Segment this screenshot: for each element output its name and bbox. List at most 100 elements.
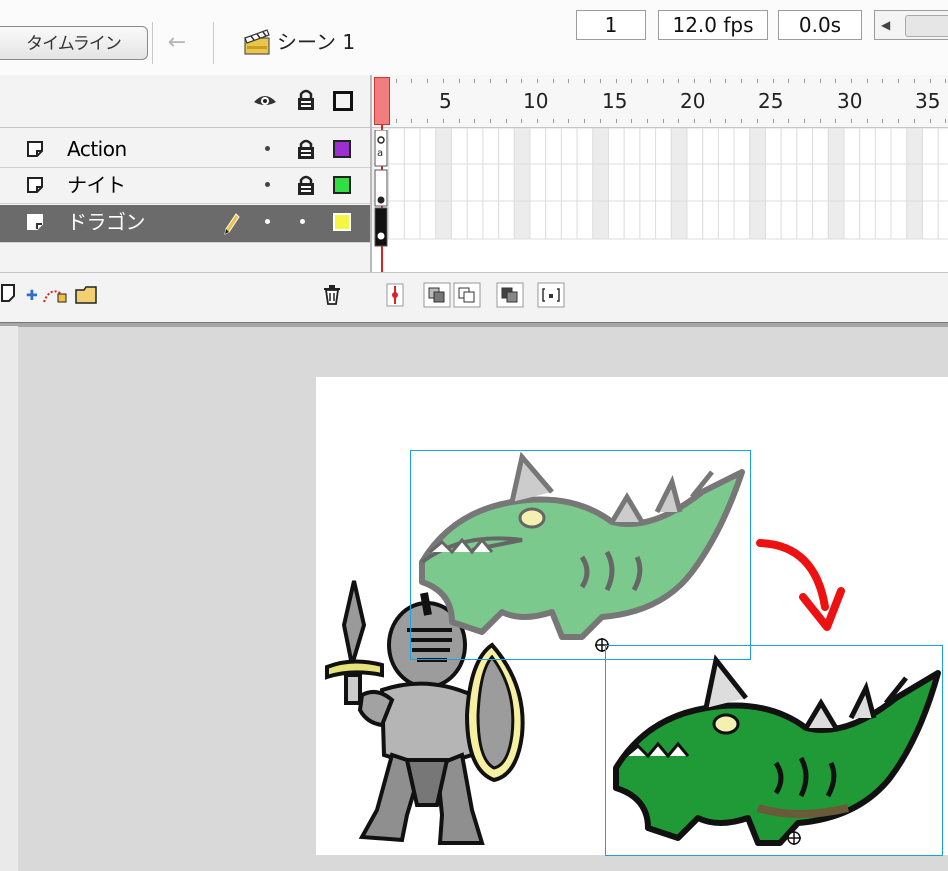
- frame-cell[interactable]: [419, 127, 437, 165]
- frame-cell[interactable]: [702, 127, 719, 165]
- frame-cell[interactable]: [576, 200, 594, 240]
- timeline-toggle-button[interactable]: タイムライン: [0, 26, 148, 60]
- frame-cell[interactable]: [890, 127, 908, 165]
- frame-cell[interactable]: [592, 163, 610, 202]
- frame-cell[interactable]: [796, 200, 814, 240]
- frame-cell[interactable]: [403, 163, 421, 202]
- frame-cell[interactable]: [466, 200, 484, 240]
- selection-box[interactable]: [605, 645, 943, 856]
- frame-cell[interactable]: [937, 163, 948, 202]
- layer-color-swatch[interactable]: [333, 213, 351, 231]
- lock-icon[interactable]: [295, 138, 317, 160]
- eye-icon[interactable]: [252, 90, 278, 110]
- frame-cell[interactable]: [435, 163, 452, 202]
- panel-divider[interactable]: [0, 322, 948, 327]
- frame-cell[interactable]: [765, 200, 782, 240]
- frame-cell[interactable]: [451, 127, 468, 165]
- frame-cell[interactable]: [765, 127, 782, 165]
- layer-color-swatch[interactable]: [333, 140, 351, 158]
- frame-cell[interactable]: [560, 200, 578, 240]
- frame-cell[interactable]: [843, 200, 861, 240]
- frame-cell[interactable]: [388, 200, 405, 240]
- frame-cell[interactable]: [403, 200, 421, 240]
- frame-cell[interactable]: [482, 127, 500, 165]
- frame-cell[interactable]: [670, 127, 688, 165]
- layer-color-swatch[interactable]: [333, 176, 351, 194]
- frame-cell[interactable]: [670, 200, 688, 240]
- scroll-left-icon[interactable]: ◀: [881, 11, 890, 39]
- frame-cell[interactable]: [717, 163, 735, 202]
- visibility-dot[interactable]: [265, 182, 270, 187]
- frame-cell[interactable]: [545, 200, 562, 240]
- frame-cell[interactable]: [749, 127, 766, 165]
- lock-icon[interactable]: [295, 174, 317, 196]
- center-frame-icon[interactable]: [385, 282, 405, 308]
- scroll-thumb[interactable]: [905, 15, 948, 37]
- frame-cell[interactable]: [686, 200, 704, 240]
- frame-cell[interactable]: [560, 163, 578, 202]
- frame-cell[interactable]: [812, 200, 829, 240]
- frame-cell[interactable]: [388, 163, 405, 202]
- frame-cell[interactable]: [922, 127, 939, 165]
- frame-cell[interactable]: [733, 127, 751, 165]
- frame-cell[interactable]: [843, 163, 861, 202]
- frame-cell[interactable]: [451, 200, 468, 240]
- frame-cell[interactable]: [733, 200, 751, 240]
- frame-cell[interactable]: [780, 127, 798, 165]
- frame-cell[interactable]: [608, 200, 625, 240]
- registration-point-icon[interactable]: [786, 830, 802, 846]
- frame-cell[interactable]: [639, 200, 657, 240]
- frame-cell[interactable]: [403, 127, 421, 165]
- trash-icon[interactable]: [320, 282, 344, 306]
- visibility-dot[interactable]: [265, 146, 270, 151]
- frame-cell[interactable]: [717, 200, 735, 240]
- frame-cell[interactable]: [670, 163, 688, 202]
- frame-cell[interactable]: [906, 163, 923, 202]
- frame-cell[interactable]: [780, 200, 798, 240]
- back-arrow-icon[interactable]: ←: [163, 29, 191, 57]
- frame-cell[interactable]: [498, 163, 515, 202]
- selection-box-ghost[interactable]: [410, 450, 751, 660]
- frame-cell[interactable]: [513, 127, 531, 165]
- frame-cell[interactable]: [843, 127, 861, 165]
- frame-cell[interactable]: [859, 200, 876, 240]
- frame-cell[interactable]: [639, 163, 657, 202]
- modify-markers-icon[interactable]: [537, 282, 565, 308]
- frame-cell[interactable]: [576, 127, 594, 165]
- frame-cell[interactable]: [655, 200, 672, 240]
- frame-cell[interactable]: [388, 127, 405, 165]
- frame-cell[interactable]: [623, 127, 641, 165]
- frame-cell[interactable]: [827, 200, 845, 240]
- frame-cell[interactable]: [513, 163, 531, 202]
- frame-cell[interactable]: [435, 200, 452, 240]
- current-frame-field[interactable]: 1: [576, 10, 646, 40]
- frame-cell[interactable]: [466, 127, 484, 165]
- frame-cell[interactable]: [796, 163, 814, 202]
- frame-cell[interactable]: [812, 163, 829, 202]
- frame-cell[interactable]: [623, 163, 641, 202]
- frame-cell[interactable]: [780, 163, 798, 202]
- frame-cell[interactable]: [592, 127, 610, 165]
- frame-rate-field[interactable]: 12.0 fps: [658, 10, 768, 40]
- frame-cell[interactable]: [874, 163, 892, 202]
- frame-cell[interactable]: [765, 163, 782, 202]
- frame-cell[interactable]: [655, 127, 672, 165]
- frame-cell[interactable]: [576, 163, 594, 202]
- visibility-dot[interactable]: [265, 219, 270, 224]
- frame-cell[interactable]: [451, 163, 468, 202]
- layer-row-dragon[interactable]: ドラゴン: [0, 205, 370, 243]
- frame-cell[interactable]: [513, 200, 531, 240]
- frame-cell[interactable]: [529, 127, 547, 165]
- frame-cell[interactable]: [937, 127, 948, 165]
- frame-cell[interactable]: [937, 200, 948, 240]
- playhead[interactable]: [374, 77, 390, 125]
- frame-cell[interactable]: [529, 200, 547, 240]
- frame-cell[interactable]: [655, 163, 672, 202]
- frame-cell[interactable]: [827, 163, 845, 202]
- lock-dot[interactable]: [300, 219, 305, 224]
- frame-cell[interactable]: [482, 200, 500, 240]
- frame-cell[interactable]: [702, 163, 719, 202]
- frame-cell[interactable]: [482, 163, 500, 202]
- onion-skin-icons[interactable]: [423, 282, 483, 308]
- outline-icon[interactable]: [333, 91, 353, 111]
